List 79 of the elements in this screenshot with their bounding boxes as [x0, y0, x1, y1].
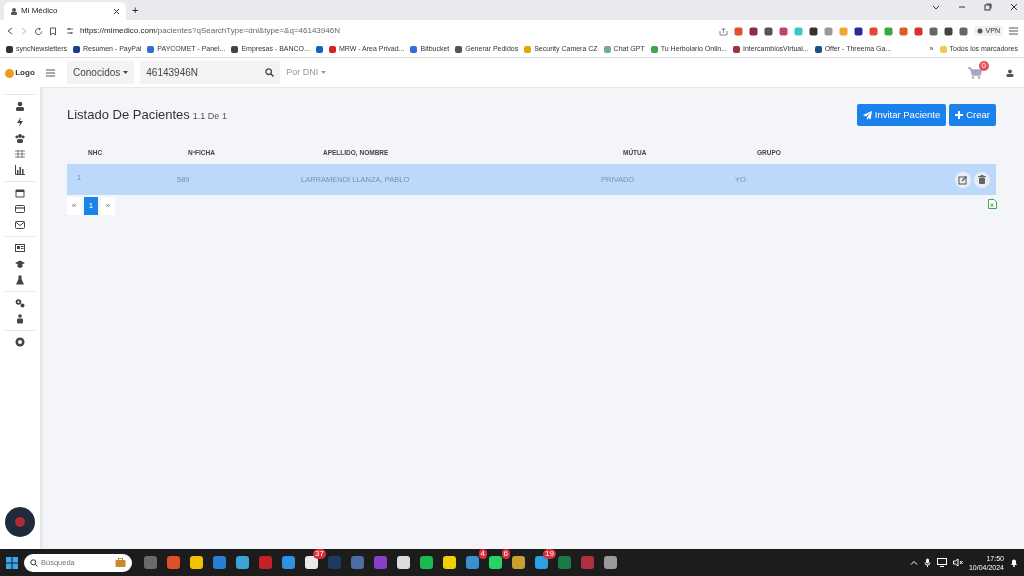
user-icon[interactable] — [15, 101, 25, 111]
bookmark-icon[interactable] — [49, 26, 57, 36]
browser-tab[interactable]: Mi Médico — [4, 2, 126, 20]
back-icon[interactable] — [6, 27, 14, 35]
page-button[interactable]: » — [101, 197, 115, 216]
filter-dropdown[interactable]: Conocidos — [67, 61, 135, 84]
lifebuoy-icon[interactable] — [15, 337, 25, 347]
plus-icon — [955, 111, 964, 120]
app-icon[interactable] — [190, 556, 203, 569]
app-icon[interactable] — [489, 556, 502, 569]
flask-icon[interactable] — [15, 275, 25, 285]
search-icon — [30, 558, 38, 567]
notification-badge: 37 — [313, 549, 326, 559]
search-input[interactable]: 46143946N — [146, 65, 266, 80]
briefcase-icon — [115, 558, 126, 567]
mail-icon[interactable] — [15, 220, 25, 230]
caret-icon — [321, 70, 327, 75]
users-icon[interactable] — [15, 133, 25, 143]
app-icon[interactable] — [466, 556, 479, 569]
restore-icon[interactable] — [984, 3, 992, 11]
new-tab-button[interactable]: + — [132, 3, 139, 17]
microphone-icon[interactable] — [923, 558, 931, 567]
reload-icon[interactable] — [34, 26, 43, 36]
person-icon[interactable] — [15, 314, 25, 324]
invite-button[interactable]: Invitar Paciente — [856, 104, 947, 127]
trash-icon[interactable] — [974, 171, 990, 188]
windows-start-icon[interactable] — [6, 556, 18, 569]
app-icon[interactable] — [397, 556, 410, 569]
record-count: 1.1 De 1 — [192, 110, 227, 124]
bell-icon[interactable] — [1010, 558, 1018, 567]
credit-card-icon[interactable] — [15, 204, 25, 214]
paper-plane-icon — [862, 110, 872, 120]
notification-badge: 19 — [543, 549, 556, 559]
vpn-icon — [976, 28, 983, 34]
newspaper-icon[interactable] — [15, 243, 25, 253]
spreadsheet-export-icon[interactable] — [988, 199, 997, 210]
minimize-icon[interactable] — [958, 3, 966, 11]
search-icon[interactable] — [265, 68, 275, 77]
bookmark-icon[interactable] — [315, 46, 323, 53]
user-icon[interactable] — [1006, 68, 1014, 77]
page-title: Listado De Pacientes — [67, 106, 190, 125]
graduation-cap-icon[interactable] — [15, 259, 25, 269]
page-button[interactable]: 1 — [84, 197, 98, 216]
tab-title: Mi Médico — [21, 5, 59, 17]
user-icon — [10, 7, 18, 15]
create-button[interactable]: Crear — [949, 104, 996, 127]
logo: Logo — [5, 58, 35, 88]
app-icon[interactable] — [420, 556, 433, 569]
volume-icon[interactable] — [952, 558, 963, 567]
list-icon[interactable] — [15, 149, 25, 159]
share-icon[interactable] — [718, 26, 728, 36]
gears-icon[interactable] — [15, 298, 25, 308]
notification-badge: 4 — [478, 549, 487, 559]
page-button[interactable]: « — [67, 197, 81, 216]
url-text: https://mimedico.com/pacientes?qSearchType=dni&type=&q=46143946N — [80, 25, 340, 37]
search-field[interactable]: 46143946N — [140, 61, 281, 84]
close-icon[interactable] — [1010, 3, 1018, 11]
app-icon[interactable] — [167, 556, 180, 569]
notification-badge: 6 — [501, 549, 510, 559]
bolt-icon[interactable] — [15, 117, 25, 127]
chevron-down-icon[interactable] — [932, 3, 940, 11]
close-icon[interactable] — [113, 7, 120, 15]
cart-icon[interactable] — [968, 66, 982, 79]
app-icon[interactable] — [305, 556, 318, 569]
caret-icon — [123, 70, 129, 75]
chevron-up-icon[interactable] — [909, 558, 918, 567]
network-icon[interactable] — [936, 558, 947, 567]
calendar-icon[interactable] — [15, 188, 25, 198]
bar-chart-icon[interactable] — [15, 165, 25, 175]
app-icon[interactable] — [443, 556, 456, 569]
app-icon[interactable] — [236, 556, 249, 569]
edit-icon[interactable] — [955, 171, 971, 188]
record-button-icon[interactable] — [5, 507, 35, 537]
app-icon[interactable] — [213, 556, 226, 569]
app-icon[interactable] — [604, 556, 617, 569]
app-icon[interactable] — [282, 556, 295, 569]
app-icon[interactable] — [512, 556, 525, 569]
site-settings-icon — [66, 27, 74, 35]
cart-count-badge: 0 — [978, 60, 989, 71]
